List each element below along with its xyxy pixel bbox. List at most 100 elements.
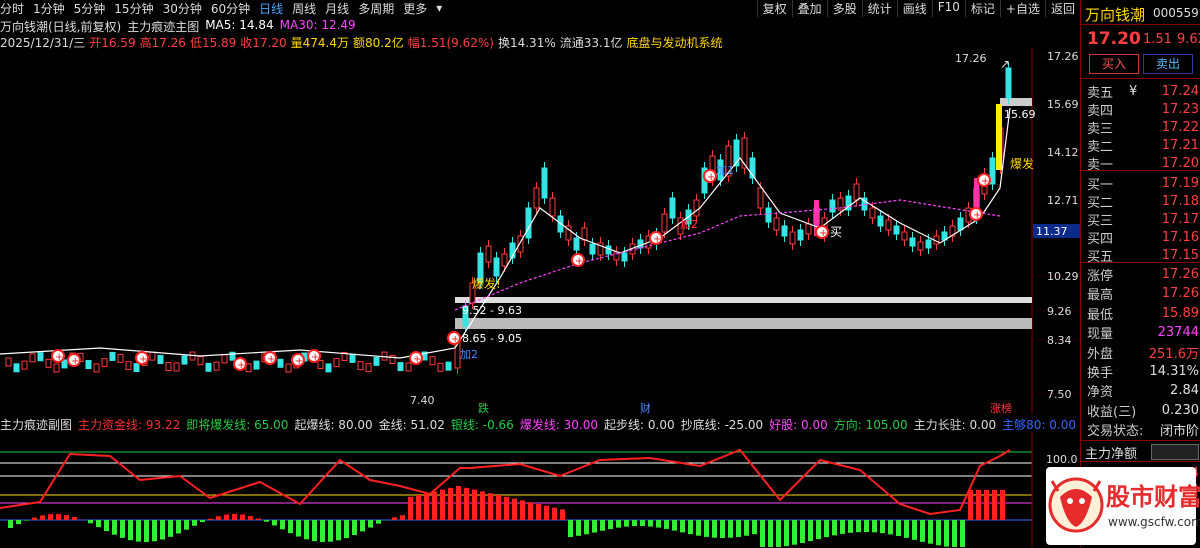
hist-bar-92: [744, 520, 749, 536]
hist-bar-16: [136, 520, 141, 542]
stat-row-2-value: 15.89: [1162, 306, 1199, 321]
buy-marker-plus-10: +: [653, 234, 661, 245]
tool-button-8[interactable]: 返回: [1045, 0, 1080, 17]
sub-indicator-chart[interactable]: 100.050.00: [0, 432, 1080, 547]
stat-row-0-value: 17.26: [1162, 267, 1199, 282]
hist-bar-96: [776, 520, 781, 547]
ask-row-2-value: 17.22: [1162, 120, 1199, 135]
yellow-bar: [996, 104, 1002, 170]
tool-button-1[interactable]: 叠加: [792, 0, 827, 17]
concept-label[interactable]: 底盘与发动机系统: [626, 34, 722, 48]
sub-indicator-bar: 主力痕迹副图主力资金线: 93.22 即将爆发线: 65.00 起爆线: 80.00…: [0, 416, 1082, 432]
more-chevron-icon[interactable]: ▾: [436, 1, 442, 15]
period-tab-6[interactable]: 日线: [259, 0, 283, 17]
stat-row-3: 现量23744: [1087, 323, 1199, 342]
rise-candle-11: [542, 168, 547, 198]
period-tab-4[interactable]: 30分钟: [163, 0, 202, 17]
rise-candle-21: [622, 253, 627, 261]
period-tab-9[interactable]: 多周期: [358, 0, 394, 17]
tool-button-3[interactable]: 统计: [862, 0, 897, 17]
tool-button-6[interactable]: 标记: [965, 0, 1000, 17]
period-tab-7[interactable]: 周线: [292, 0, 316, 17]
hist-bar-45: [368, 520, 373, 528]
period-tab-0[interactable]: 分时: [0, 0, 24, 17]
period-tab-10[interactable]: 更多: [403, 0, 427, 17]
buy-button[interactable]: 买入: [1089, 54, 1139, 74]
candle-46: [374, 357, 379, 365]
hist-bar-121: [976, 490, 981, 520]
hist-bar-50: [408, 497, 413, 520]
candle-14: [118, 354, 123, 362]
buy-label: 买: [830, 225, 842, 239]
indicator-name[interactable]: 主力痕迹主图: [127, 18, 199, 32]
ask-row-2-label: 卖三: [1087, 118, 1113, 137]
ask-row-4: 卖一17.20: [1087, 154, 1199, 173]
tool-button-0[interactable]: 复权: [757, 0, 792, 17]
candle-44: [358, 362, 363, 370]
candle-27: [222, 355, 227, 363]
candle-41: [334, 359, 339, 367]
price-highlight-text: 11.37: [1036, 225, 1068, 238]
hist-bar-12: [104, 520, 109, 531]
rise-candle-56: [902, 232, 907, 240]
hist-bar-35: [288, 520, 293, 533]
price-tick-3: 12.71: [1047, 194, 1079, 207]
hist-bar-42: [344, 520, 349, 538]
sub-indicator-value-7: 抄底线: -25.00: [681, 416, 764, 432]
hist-bar-124: [1000, 490, 1005, 520]
ask-row-1-value: 17.23: [1162, 102, 1199, 117]
period-tab-1[interactable]: 1分钟: [33, 0, 65, 17]
stat-row-5-label: 换手: [1087, 362, 1113, 381]
candle-3: [30, 354, 35, 362]
rise-candle-12: [550, 198, 555, 216]
tool-button-5[interactable]: F10: [932, 0, 965, 17]
hist-bar-3: [32, 518, 37, 520]
hist-bar-116: [936, 520, 941, 545]
ask-row-4-label: 卖一: [1087, 154, 1113, 173]
sub-indicator-name[interactable]: 主力痕迹副图: [0, 416, 72, 432]
rise-candle-52: [870, 208, 875, 218]
hist-bar-5: [48, 514, 53, 520]
bid-row-1: 买二17.18: [1087, 192, 1199, 211]
sub-indicator-value-2: 起爆线: 80.00: [294, 416, 372, 432]
candle-35: [286, 364, 291, 372]
hist-bar-21: [176, 520, 181, 533]
stat-row-8-value: 闭市阶: [1160, 420, 1199, 439]
sub-indicator-value-1: 即将爆发线: 65.00: [186, 416, 288, 432]
add-label-2: 加1: [716, 164, 734, 177]
hist-bar-44: [360, 520, 365, 531]
bottom-mark-1: 跌: [478, 401, 489, 414]
tool-button-4[interactable]: 画线: [897, 0, 932, 17]
sell-button[interactable]: 卖出: [1143, 54, 1193, 74]
candle-24: [198, 357, 203, 365]
stat-row-1: 最高17.26: [1087, 284, 1199, 303]
stat-row-4: 外盘251.6万: [1087, 343, 1199, 362]
rise-candle-6: [502, 254, 507, 266]
stat-row-2-label: 最低: [1087, 304, 1113, 323]
side-stock-name: 万向钱潮: [1085, 4, 1145, 25]
high-annotation: 17.26: [955, 52, 987, 65]
period-tab-5[interactable]: 60分钟: [211, 0, 250, 17]
period-tab-8[interactable]: 月线: [325, 0, 349, 17]
period-tab-3[interactable]: 15分钟: [114, 0, 153, 17]
hist-bar-100: [808, 520, 813, 541]
hist-bar-101: [816, 520, 821, 539]
candle-6: [54, 364, 59, 372]
rise-candle-20: [614, 252, 619, 260]
kline-chart[interactable]: 17.2615.6914.1212.7111.3710.299.268.347.…: [0, 48, 1080, 414]
ask-row-0-value: 17.24: [1162, 84, 1199, 99]
quote-info-line: 2025/12/31/三 开16.59 高17.26 低15.89 收17.20…: [0, 34, 726, 48]
sub-indicator-value-0: 主力资金线: 93.22: [78, 416, 180, 432]
hist-bar-78: [632, 520, 637, 526]
tool-button-7[interactable]: +自选: [1000, 0, 1045, 17]
hist-bar-68: [552, 508, 557, 520]
period-tab-2[interactable]: 5分钟: [74, 0, 106, 17]
rise-candle-16: [582, 228, 587, 240]
buy-marker-plus-2: +: [139, 354, 147, 365]
sub-indicator-value-11: 主够80: 0.00: [1002, 416, 1076, 432]
hist-bar-55: [448, 488, 453, 520]
tool-button-2[interactable]: 多股: [827, 0, 862, 17]
hist-bar-112: [904, 520, 909, 538]
hist-bar-26: [216, 516, 221, 520]
hist-bar-88: [712, 520, 717, 538]
